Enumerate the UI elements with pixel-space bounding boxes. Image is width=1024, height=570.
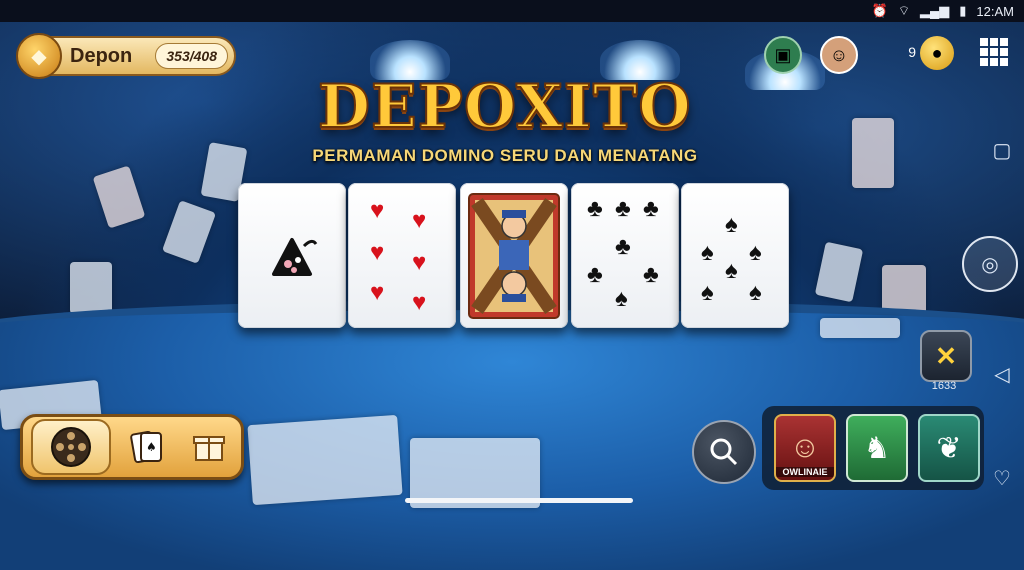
record-button[interactable]: ◎ — [962, 236, 1018, 292]
film-reel-button[interactable] — [31, 419, 111, 475]
film-reel-icon — [51, 427, 91, 467]
heart-icon: ♥ — [412, 207, 427, 234]
game-subtitle: PERMAMAN DOMINO SERU DAN MENATANG — [312, 146, 698, 165]
spade-icon: ♠ — [615, 285, 628, 312]
card-clubs[interactable]: ♣ ♣ ♣ ♣ ♣ ♣ ♠ — [571, 183, 679, 328]
background-card — [92, 165, 146, 229]
character-icon: ♞ — [863, 431, 891, 465]
cards-button[interactable]: ♠ — [121, 421, 173, 473]
game-tile-label: OWLINAIE — [776, 467, 834, 477]
deposit-label: Depon — [70, 44, 133, 67]
spade-icon: ♠ — [725, 211, 738, 238]
heart-outline-icon[interactable]: ♡ — [980, 456, 1024, 500]
bomb-icon — [272, 237, 318, 276]
card-face[interactable] — [460, 183, 568, 328]
svg-text:♠: ♠ — [146, 440, 157, 454]
search-button[interactable] — [692, 420, 756, 484]
domino-card-row: ♥ ♥ ♥ ♥ ♥ ♥ ♣ ♣ ♣ ♣ ♣ ♣ ♠ ♠ ♠ ♠ ♠ ♠ ♠ — [238, 183, 793, 331]
card-spades[interactable]: ♠ ♠ ♠ ♠ ♠ ♠ — [681, 183, 789, 328]
background-card — [161, 200, 217, 264]
card-hearts[interactable]: ♥ ♥ ♥ ♥ ♥ ♥ — [348, 183, 456, 328]
table-domino — [247, 414, 403, 506]
club-icon: ♣ — [643, 195, 659, 222]
deposit-value: 353/408 — [155, 43, 228, 69]
badge-value: 1633 — [931, 380, 957, 392]
club-icon: ♣ — [615, 233, 631, 260]
search-icon — [710, 438, 738, 466]
back-nav-icon[interactable]: ◁ — [980, 352, 1024, 396]
wallet-icon: ◆ — [16, 33, 62, 79]
game-title: DEPOXITO — [317, 71, 692, 143]
wifi-icon: ⌔ — [897, 3, 911, 18]
card-special[interactable] — [238, 183, 346, 328]
heart-icon: ♥ — [412, 289, 427, 316]
background-card — [70, 262, 112, 314]
square-nav-icon[interactable]: ▢ — [980, 128, 1024, 172]
leaf-icon: ❦ — [936, 431, 962, 465]
cards-icon: ♠ — [130, 430, 162, 464]
heart-icon: ♥ — [370, 197, 385, 224]
coin-count: 9 — [908, 44, 916, 60]
signal-icon: ▂▄▆ — [920, 3, 950, 18]
game-tile-character[interactable]: ♞ — [846, 414, 908, 482]
status-bar: ⏰ ⌔ ▂▄▆ ▮ 12:AM — [0, 0, 1024, 22]
club-icon: ♣ — [587, 261, 603, 288]
heart-icon: ♥ — [370, 239, 385, 266]
gift-icon[interactable]: ▣ — [764, 36, 802, 74]
club-icon: ♣ — [615, 195, 631, 222]
spade-icon: ♠ — [749, 279, 762, 306]
gift-box-button[interactable] — [183, 421, 235, 473]
background-card — [814, 241, 864, 303]
alarm-icon: ⏰ — [871, 3, 888, 18]
crossed-swords-badge[interactable]: ✕ — [920, 330, 972, 382]
king-portrait-icon — [468, 192, 560, 319]
portrait-icon: ☺ — [789, 431, 821, 464]
game-tile-portrait[interactable]: ☺ OWLINAIE — [774, 414, 836, 482]
menu-grid-icon[interactable] — [980, 38, 1008, 66]
battery-icon: ▮ — [959, 3, 967, 18]
spade-icon: ♠ — [725, 257, 738, 284]
bottom-action-panel: ♠ — [20, 414, 244, 480]
deposit-button[interactable]: ◆ Depon 353/408 — [16, 33, 236, 79]
spade-icon: ♠ — [701, 239, 714, 266]
game-tile-leaf[interactable]: ❦ — [918, 414, 980, 482]
home-indicator[interactable] — [405, 498, 633, 503]
game-shortcut-tray: ☺ OWLINAIE ♞ ❦ — [762, 406, 984, 490]
table-domino — [820, 318, 900, 338]
spade-icon: ♠ — [701, 279, 714, 306]
status-time: 12:AM — [976, 3, 1014, 19]
coin-icon[interactable]: ● — [920, 36, 954, 70]
background-card — [852, 118, 894, 188]
heart-icon: ♥ — [412, 249, 427, 276]
gift-box-icon — [193, 436, 225, 461]
club-icon: ♣ — [587, 195, 603, 222]
spade-icon: ♠ — [749, 239, 762, 266]
heart-icon: ♥ — [370, 279, 385, 306]
avatar[interactable]: ☺ — [820, 36, 858, 74]
club-icon: ♣ — [643, 261, 659, 288]
